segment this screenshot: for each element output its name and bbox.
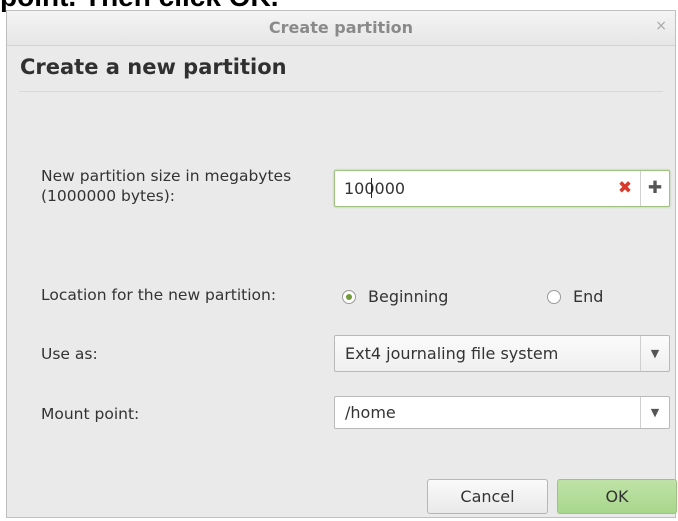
ok-button[interactable]: OK	[557, 479, 677, 514]
radio-end-label: End	[573, 287, 604, 306]
titlebar: Create partition ×	[7, 11, 675, 46]
radio-beginning-label: Beginning	[368, 287, 449, 306]
chevron-down-icon[interactable]: ▼	[640, 397, 669, 428]
radio-unchecked-icon[interactable]	[547, 289, 561, 304]
location-label: Location for the new partition:	[41, 286, 277, 304]
chevron-down-icon[interactable]: ▼	[640, 336, 669, 371]
use-as-select[interactable]: Ext4 journaling file system ▼	[334, 335, 670, 372]
heading-divider	[19, 91, 663, 92]
dialog-heading: Create a new partition	[20, 55, 287, 79]
use-as-value: Ext4 journaling file system	[345, 344, 559, 363]
add-icon[interactable]: ✚	[640, 171, 669, 206]
cancel-button[interactable]: Cancel	[427, 479, 548, 514]
radio-checked-icon[interactable]	[342, 289, 356, 304]
mount-point-combo[interactable]: /home ▼	[334, 396, 670, 429]
use-as-label: Use as:	[41, 345, 98, 363]
mount-point-label: Mount point:	[41, 405, 140, 423]
partition-size-label: New partition size in megabytes (1000000…	[41, 167, 292, 205]
partition-size-value: 100000	[344, 179, 406, 198]
partition-size-input[interactable]: 100000 ✖ ✚	[334, 170, 670, 207]
close-icon[interactable]: ×	[655, 18, 667, 34]
window-title: Create partition	[268, 18, 414, 37]
clear-icon[interactable]: ✖	[615, 177, 635, 199]
radio-end[interactable]: End	[547, 287, 603, 306]
mount-point-value: /home	[345, 403, 396, 422]
page: point. Then click OK. Create partition ×…	[0, 0, 678, 521]
text-caret	[371, 178, 372, 198]
radio-beginning[interactable]: Beginning	[342, 287, 448, 306]
create-partition-dialog: Create partition × Create a new partitio…	[6, 10, 677, 518]
